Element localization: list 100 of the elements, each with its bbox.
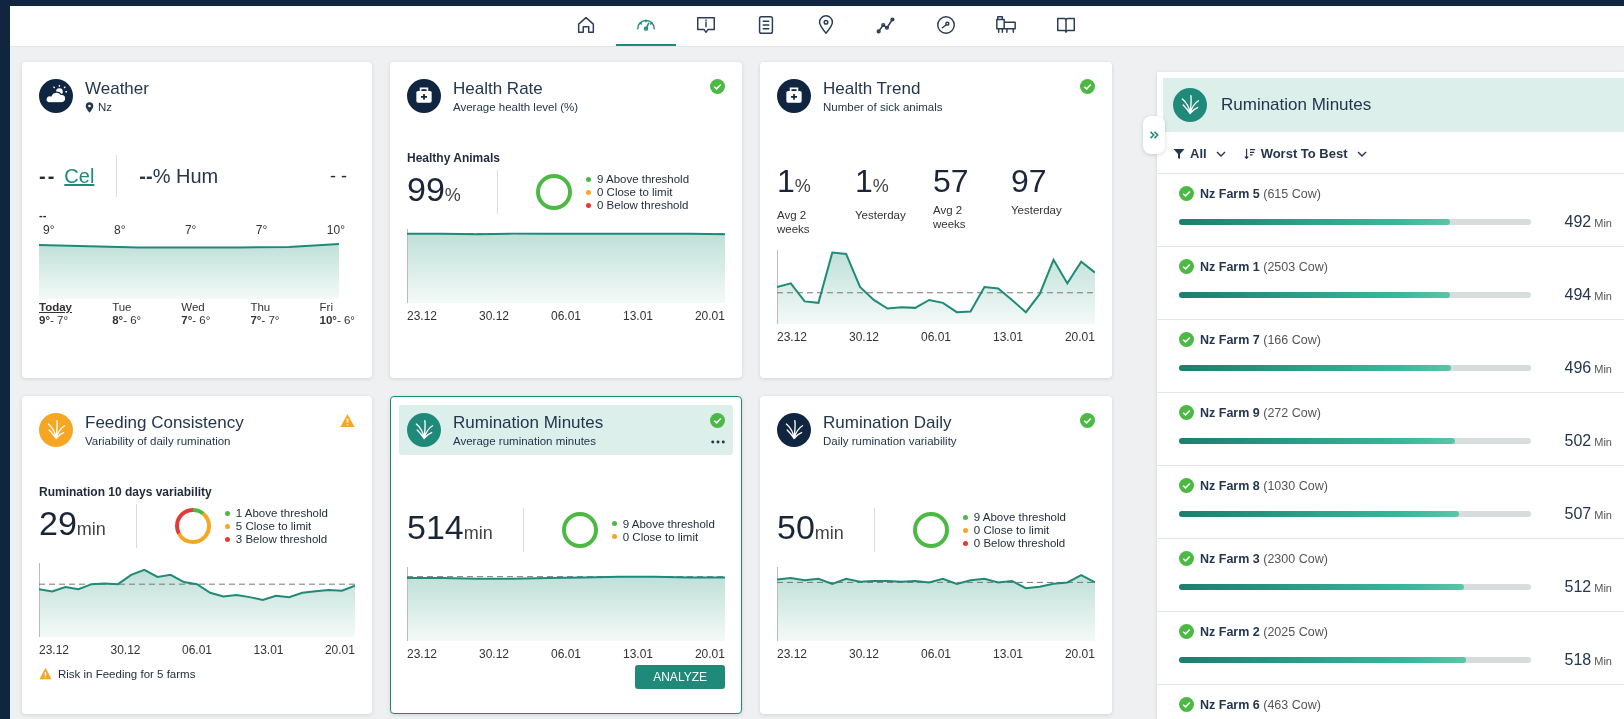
minutes-value: 512 Min bbox=[1564, 578, 1612, 596]
double-chevron-icon bbox=[1148, 130, 1160, 140]
axis-label: 20.01 bbox=[694, 309, 725, 323]
sort-icon bbox=[1243, 147, 1256, 160]
legend-label: 0 Close to limit bbox=[597, 186, 673, 198]
temperature-range: 9°- 7° bbox=[39, 314, 70, 326]
card-subtitle: Average rumination minutes bbox=[453, 435, 597, 447]
farm-label[interactable]: Nz Farm 9 (272 Cow) bbox=[1200, 405, 1321, 420]
filter-dropdown[interactable]: All bbox=[1171, 144, 1228, 163]
axis-label: 06.01 bbox=[920, 647, 951, 661]
axis-label: 23.12 bbox=[407, 309, 438, 323]
axis-label: 30.12 bbox=[479, 309, 509, 323]
analyze-button[interactable]: ANALYZE bbox=[635, 665, 725, 689]
stat-value: 1% bbox=[777, 162, 812, 201]
card-title: Weather bbox=[85, 79, 150, 99]
card-subtitle: Number of sick animals bbox=[823, 101, 944, 113]
temperature-label: 8° bbox=[113, 223, 126, 237]
legend-label: 0 Below threshold bbox=[597, 199, 689, 211]
warning-message: Risk in Feeding for 5 farms bbox=[58, 667, 196, 680]
chevron-down-icon bbox=[1215, 150, 1226, 157]
axis-label: 30.12 bbox=[479, 647, 509, 661]
card-title: Health Rate bbox=[453, 79, 544, 99]
metric-caption: Healthy Animals bbox=[407, 151, 501, 165]
stat-value: 57 bbox=[933, 162, 970, 201]
info-message-icon bbox=[695, 14, 717, 36]
farm-label[interactable]: Nz Farm 1 (2503 Cow) bbox=[1200, 259, 1328, 274]
expand-button[interactable] bbox=[1143, 116, 1165, 154]
weather-note: -- bbox=[39, 209, 48, 221]
legend-label: 0 Close to limit bbox=[622, 530, 699, 543]
temperature-label: 10° bbox=[326, 223, 345, 237]
metric-value: 99% bbox=[407, 169, 462, 210]
card-title: Rumination Daily bbox=[823, 413, 953, 433]
humidity-value: --% Hum bbox=[139, 164, 219, 188]
legend-label: 0 Close to limit bbox=[973, 524, 1050, 536]
cows-icon bbox=[995, 14, 1017, 36]
temperature-range: 7°- 6° bbox=[181, 314, 211, 326]
minutes-value: 492 Min bbox=[1564, 213, 1612, 231]
axis-label: 13.01 bbox=[622, 647, 653, 661]
temperature-label: 9° bbox=[43, 223, 55, 237]
axis-label: 20.01 bbox=[694, 647, 725, 661]
filter-icon bbox=[1173, 147, 1185, 160]
donut-chart-drawing bbox=[559, 510, 600, 550]
donut-chart-drawing bbox=[910, 510, 951, 550]
location-label: Nz bbox=[98, 101, 113, 113]
chevron-down-icon bbox=[1356, 150, 1367, 157]
metric-value: 514min bbox=[407, 507, 493, 548]
minutes-value: 502 Min bbox=[1564, 432, 1612, 450]
farm-label[interactable]: Nz Farm 7 (166 Cow) bbox=[1200, 332, 1321, 347]
day-label[interactable]: Today bbox=[39, 301, 72, 313]
card-subtitle: Average health level (%) bbox=[453, 101, 580, 113]
temperature-label: 7° bbox=[255, 223, 268, 237]
axis-label: 06.01 bbox=[550, 309, 581, 323]
axis-label: 30.12 bbox=[849, 647, 879, 661]
donut-chart-drawing bbox=[172, 506, 213, 546]
farm-label[interactable]: Nz Farm 8 (1030 Cow) bbox=[1200, 478, 1328, 493]
unit-link[interactable]: Cel bbox=[64, 164, 95, 188]
minutes-value: 507 Min bbox=[1564, 505, 1612, 523]
axis-label: 23.12 bbox=[777, 647, 808, 661]
axis-label: 23.12 bbox=[407, 647, 438, 661]
legend-label: 3 Below threshold bbox=[235, 533, 328, 545]
axis-label: 13.01 bbox=[992, 647, 1023, 661]
stat-label: Avg 2 weeks bbox=[777, 208, 811, 236]
legend-label: 0 Below threshold bbox=[973, 537, 1066, 549]
warning-icon bbox=[39, 667, 52, 680]
temperature-value: -- bbox=[39, 164, 57, 188]
axis-label: 20.01 bbox=[324, 643, 355, 657]
axis-label: 06.01 bbox=[181, 643, 212, 657]
farm-label[interactable]: Nz Farm 3 (2300 Cow) bbox=[1200, 551, 1328, 566]
sort-dropdown[interactable]: Worst To Best bbox=[1241, 144, 1369, 163]
legend-label: 9 Above threshold bbox=[597, 173, 690, 185]
day-label[interactable]: Wed bbox=[181, 301, 211, 313]
axis-label: 30.12 bbox=[849, 330, 879, 344]
panel-title: Rumination Minutes bbox=[1221, 95, 1372, 115]
more-icon[interactable] bbox=[711, 440, 725, 444]
temperature-range: 10°- 6° bbox=[319, 314, 355, 326]
axis-label: 06.01 bbox=[920, 330, 951, 344]
axis-label: 06.01 bbox=[550, 647, 581, 661]
line-graph-icon bbox=[875, 14, 897, 36]
legend-label: 1 Above threshold bbox=[235, 507, 328, 519]
location-pin-icon bbox=[85, 101, 94, 113]
weather-reading: - - bbox=[330, 165, 347, 187]
farm-label[interactable]: Nz Farm 2 (2025 Cow) bbox=[1200, 624, 1328, 639]
card-subtitle: Variability of daily rumination bbox=[85, 435, 232, 447]
stat-label: Avg 2 weeks bbox=[933, 203, 967, 231]
minutes-value: 518 Min bbox=[1564, 651, 1612, 669]
stat-label: Yesterday bbox=[1011, 203, 1063, 217]
axis-label: 30.12 bbox=[110, 643, 141, 657]
day-label[interactable]: Thu bbox=[250, 301, 280, 313]
legend-label: 5 Close to limit bbox=[235, 520, 312, 532]
farm-label[interactable]: Nz Farm 6 (463 Cow) bbox=[1200, 697, 1321, 712]
stat-value: 1% bbox=[855, 162, 890, 201]
farm-label[interactable]: Nz Farm 5 (615 Cow) bbox=[1200, 186, 1321, 201]
day-label[interactable]: Tue bbox=[112, 301, 142, 313]
metric-value: 29min bbox=[39, 503, 106, 544]
stat-label: Yesterday bbox=[855, 208, 907, 222]
axis-label: 13.01 bbox=[253, 643, 284, 657]
axis-label: 23.12 bbox=[39, 643, 70, 657]
day-label[interactable]: Fri bbox=[319, 301, 355, 313]
axis-label: 13.01 bbox=[992, 330, 1023, 344]
metric-caption: Rumination 10 days variability bbox=[39, 485, 213, 499]
